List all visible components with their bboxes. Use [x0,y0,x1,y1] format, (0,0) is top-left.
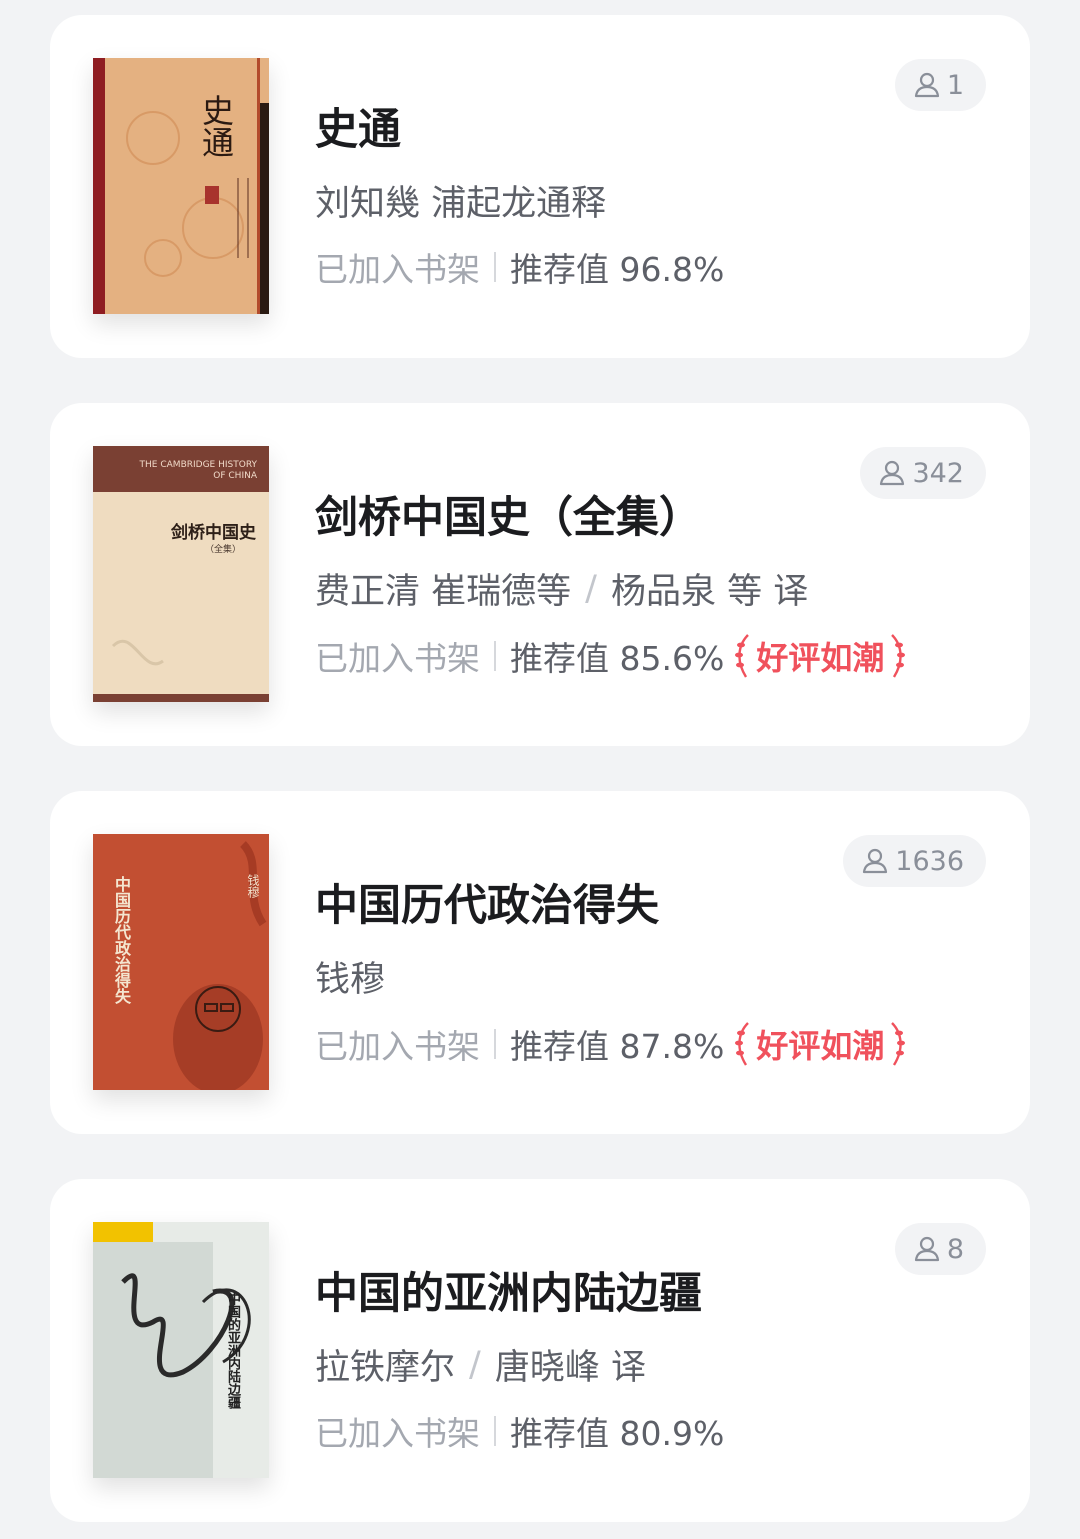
divider [494,1416,496,1446]
cover-title: 中国的亚洲内陆边疆 [225,1292,240,1409]
reader-count-value: 8 [946,1233,964,1265]
author-name[interactable]: 拉铁摩尔 [315,1339,455,1390]
laurel-left-icon [735,634,750,678]
person-outline-icon [914,72,939,98]
cover-art-shitong [93,58,269,314]
rating-badge: 好评如潮 [732,1019,908,1069]
person-outline-icon [863,848,888,874]
cover-title: 剑桥中国史 [171,523,256,543]
reader-count: 8 [894,1223,986,1275]
cover-art-cambridge [93,446,269,702]
book-cover[interactable]: THE CAMBRIDGE HISTORY OF CHINA 剑桥中国史 （全集… [93,446,269,702]
book-title[interactable]: 中国的亚洲内陆边疆 [315,1259,702,1321]
book-title[interactable]: 剑桥中国史（全集） [315,483,702,545]
divider [494,641,496,671]
shelf-status: 已加入书架 [315,1027,480,1066]
book-cover[interactable]: 中国历代政治得失 钱穆 [93,834,269,1090]
person-outline-icon [914,1236,939,1262]
laurel-left-icon [735,1022,750,1066]
book-cover[interactable]: 史通 [93,58,269,314]
translator-name[interactable]: 唐晓峰 译 [495,1339,646,1390]
recommend-value: 推荐值 85.6% [510,639,725,678]
book-title[interactable]: 中国历代政治得失 [315,871,659,933]
book-card[interactable]: 中国历代政治得失 钱穆 1636 中国历代政治得失 钱穆 已加入书架 推荐值 8… [50,791,1030,1134]
recommend-value: 推荐值 80.9% [510,1414,725,1453]
book-list: 史通 1 史通 刘知幾 浦起龙通释 已加入书架 推荐值 96.8% THE CA… [0,0,1080,1539]
reader-count-value: 342 [912,457,964,489]
slash-divider: / [585,568,597,609]
book-card[interactable]: 史通 1 史通 刘知幾 浦起龙通释 已加入书架 推荐值 96.8% [50,15,1030,358]
translator-name[interactable]: 杨品泉 等 译 [611,563,808,614]
book-card[interactable]: THE CAMBRIDGE HISTORY OF CHINA 剑桥中国史 （全集… [50,403,1030,746]
reader-count-value: 1 [946,69,964,101]
shelf-status: 已加入书架 [315,639,480,678]
book-author[interactable]: 拉铁摩尔 / 唐晓峰 译 [315,1339,646,1390]
book-cover[interactable]: 中国的亚洲内陆边疆 [93,1222,269,1478]
cover-english-title: THE CAMBRIDGE HISTORY OF CHINA [139,460,257,481]
cover-art-inner-asian [93,1222,269,1478]
recommend-value: 推荐值 96.8% [510,250,725,289]
recommend-value: 推荐值 87.8% [510,1027,725,1066]
book-author[interactable]: 钱穆 [315,951,385,1002]
shelf-status: 已加入书架 [315,250,480,289]
reader-count-value: 1636 [895,845,964,877]
book-author[interactable]: 费正清 崔瑞德等 / 杨品泉 等 译 [315,563,808,614]
laurel-right-icon [891,1022,906,1066]
book-title[interactable]: 史通 [315,95,401,157]
laurel-right-icon [891,634,906,678]
rating-badge: 好评如潮 [732,631,908,681]
book-author[interactable]: 刘知幾 浦起龙通释 [315,175,606,226]
shelf-status: 已加入书架 [315,1414,480,1453]
cover-title: 中国历代政治得失 [112,876,131,1004]
book-card[interactable]: 中国的亚洲内陆边疆 8 中国的亚洲内陆边疆 拉铁摩尔 / 唐晓峰 译 已加入书架… [50,1179,1030,1522]
cover-title: 史通 [197,94,235,158]
author-name[interactable]: 刘知幾 浦起龙通释 [315,175,606,226]
cover-subtitle: （全集） [205,545,242,555]
slash-divider: / [469,1344,481,1385]
divider [494,1029,496,1059]
badge-label: 好评如潮 [756,639,885,677]
cover-author: 钱穆 [246,874,260,898]
badge-label: 好评如潮 [756,1027,885,1065]
author-name[interactable]: 钱穆 [315,951,385,1002]
divider [494,252,496,282]
book-meta: 已加入书架 推荐值 87.8% 好评如潮 [315,1019,908,1069]
reader-count: 1636 [843,835,986,887]
reader-count: 342 [860,447,986,499]
author-name[interactable]: 费正清 崔瑞德等 [315,563,571,614]
book-meta: 已加入书架 推荐值 80.9% [315,1407,724,1455]
book-meta: 已加入书架 推荐值 96.8% [315,243,724,291]
reader-count: 1 [894,59,986,111]
book-meta: 已加入书架 推荐值 85.6% 好评如潮 [315,631,908,681]
person-outline-icon [880,460,905,486]
